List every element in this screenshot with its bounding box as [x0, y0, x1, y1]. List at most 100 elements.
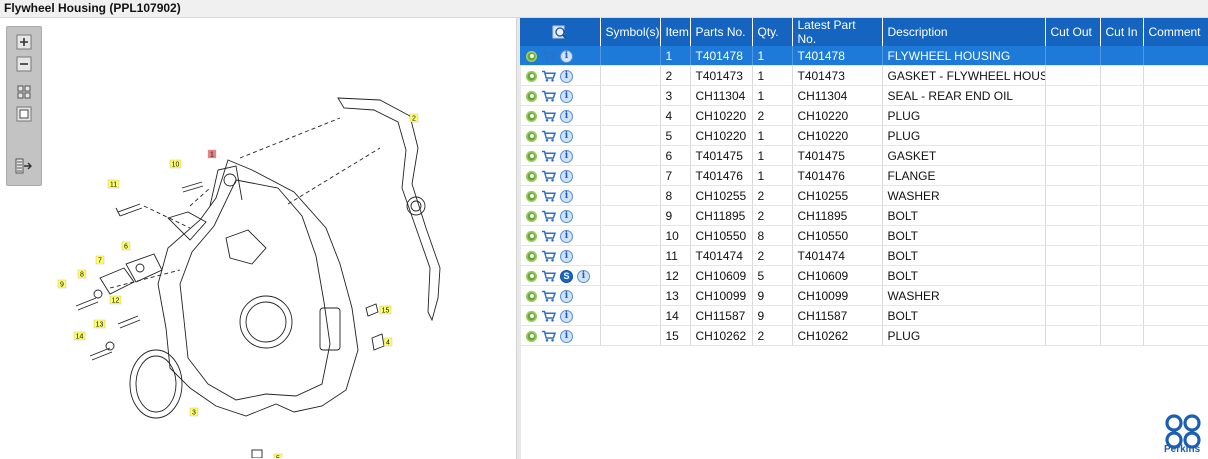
latest-part-no-cell: T401473: [792, 65, 883, 86]
add-to-cart-icon[interactable]: [541, 190, 556, 202]
diagram-panel[interactable]: 123456789101112131415: [0, 18, 516, 459]
settings-gear-icon[interactable]: [526, 250, 537, 262]
callout-3[interactable]: 3: [189, 407, 199, 416]
callout-6[interactable]: 6: [121, 241, 131, 250]
info-icon[interactable]: i: [560, 129, 573, 143]
callout-11[interactable]: 11: [107, 179, 120, 188]
settings-gear-icon[interactable]: [526, 310, 537, 322]
add-to-cart-icon[interactable]: [541, 70, 556, 82]
table-row[interactable]: i2T4014731T401473GASKET - FLYWHEEL HOUSI…: [520, 65, 1208, 86]
svg-text:13: 13: [96, 321, 104, 328]
callout-8[interactable]: 8: [77, 269, 87, 278]
callout-7[interactable]: 7: [95, 255, 105, 264]
callout-13[interactable]: 13: [93, 319, 106, 328]
callout-5[interactable]: 5: [273, 453, 283, 458]
info-icon[interactable]: i: [560, 289, 573, 303]
column-header-tools[interactable]: [520, 18, 601, 46]
info-icon[interactable]: i: [560, 329, 573, 343]
add-to-cart-icon[interactable]: [541, 290, 556, 302]
settings-gear-icon[interactable]: [526, 130, 537, 142]
table-row[interactable]: i 1 T401478 1 T401478 FLYWHEEL HOUSING: [520, 46, 1208, 66]
table-row[interactable]: Si 12 CH10609 5 CH10609 BOLT: [520, 265, 1208, 286]
callout-9[interactable]: 9: [57, 279, 67, 288]
zoom-out-button[interactable]: [15, 55, 33, 73]
info-icon[interactable]: i: [560, 49, 573, 63]
add-to-cart-icon[interactable]: [541, 270, 556, 282]
zoom-in-button[interactable]: [15, 33, 33, 51]
service-symbol-icon[interactable]: S: [560, 269, 573, 283]
info-icon[interactable]: i: [560, 229, 573, 243]
cut-in-cell: [1100, 205, 1144, 226]
add-to-cart-icon[interactable]: [541, 110, 556, 122]
layout-toggle-button[interactable]: [15, 157, 33, 175]
add-to-cart-icon[interactable]: [541, 150, 556, 162]
column-header-symbols[interactable]: Symbol(s): [600, 18, 661, 46]
exploded-parts-diagram[interactable]: 123456789101112131415: [40, 88, 510, 458]
add-to-cart-icon[interactable]: [541, 170, 556, 182]
add-to-cart-icon[interactable]: [541, 90, 556, 102]
add-to-cart-icon[interactable]: [541, 50, 556, 62]
add-to-cart-icon[interactable]: [541, 330, 556, 342]
callout-10[interactable]: 10: [169, 159, 182, 168]
settings-gear-icon[interactable]: [526, 190, 537, 202]
table-row[interactable]: i 14 CH11587 9 CH11587 BOLT: [520, 305, 1208, 326]
callout-4[interactable]: 4: [383, 337, 393, 346]
info-icon[interactable]: i: [560, 69, 573, 83]
add-to-cart-icon[interactable]: [541, 310, 556, 322]
table-row[interactable]: i 7 T401476 1 T401476 FLANGE: [520, 165, 1208, 186]
table-row[interactable]: i 4 CH10220 2 CH10220 PLUG: [520, 105, 1208, 126]
column-header-latest-part-no[interactable]: Latest Part No.: [792, 18, 883, 46]
settings-gear-icon[interactable]: [526, 150, 537, 162]
settings-gear-icon[interactable]: [526, 290, 537, 302]
callout-14[interactable]: 14: [73, 331, 86, 340]
cut-in-cell: [1100, 65, 1144, 86]
column-header-cut-out[interactable]: Cut Out: [1045, 18, 1101, 46]
column-header-parts-no[interactable]: Parts No.: [690, 18, 753, 46]
table-row[interactable]: i 5 CH10220 1 CH10220 PLUG: [520, 125, 1208, 146]
settings-gear-icon[interactable]: [526, 110, 537, 122]
column-header-description[interactable]: Description: [882, 18, 1046, 46]
table-row[interactable]: i 6 T401475 1 T401475 GASKET: [520, 145, 1208, 166]
add-to-cart-icon[interactable]: [541, 210, 556, 222]
table-row[interactable]: i 10 CH10550 8 CH10550 BOLT: [520, 225, 1208, 246]
settings-gear-icon[interactable]: [526, 70, 537, 82]
symbols-cell: [600, 285, 661, 306]
column-header-qty[interactable]: Qty.: [752, 18, 793, 46]
settings-gear-icon[interactable]: [526, 170, 537, 182]
add-to-cart-icon[interactable]: [541, 250, 556, 262]
settings-gear-icon[interactable]: [526, 210, 537, 222]
table-row[interactable]: i 13 CH10099 9 CH10099 WASHER: [520, 285, 1208, 306]
info-icon[interactable]: i: [560, 249, 573, 263]
table-row[interactable]: i 8 CH10255 2 CH10255 WASHER: [520, 185, 1208, 206]
callout-2[interactable]: 2: [409, 113, 419, 122]
settings-gear-icon[interactable]: [526, 50, 537, 62]
item-cell: 8: [660, 185, 691, 206]
settings-gear-icon[interactable]: [526, 270, 537, 282]
column-header-item[interactable]: Item: [660, 18, 691, 46]
info-icon[interactable]: i: [560, 209, 573, 223]
info-icon[interactable]: i: [560, 309, 573, 323]
table-row[interactable]: i 9 CH11895 2 CH11895 BOLT: [520, 205, 1208, 226]
info-icon[interactable]: i: [560, 89, 573, 103]
add-to-cart-icon[interactable]: [541, 130, 556, 142]
callout-1[interactable]: 1: [207, 149, 217, 158]
row-actions: i: [520, 85, 601, 106]
info-icon[interactable]: i: [560, 169, 573, 183]
column-header-cut-in[interactable]: Cut In: [1100, 18, 1144, 46]
settings-gear-icon[interactable]: [526, 90, 537, 102]
callout-15[interactable]: 15: [379, 305, 392, 314]
fit-window-button[interactable]: [15, 105, 33, 123]
settings-gear-icon[interactable]: [526, 330, 537, 342]
column-header-comment[interactable]: Comment: [1143, 18, 1208, 46]
fit-all-button[interactable]: [15, 83, 33, 101]
info-icon[interactable]: i: [560, 189, 573, 203]
table-row[interactable]: i 11 T401474 2 T401474 BOLT: [520, 245, 1208, 266]
info-icon[interactable]: i: [560, 109, 573, 123]
info-icon[interactable]: i: [577, 269, 590, 283]
settings-gear-icon[interactable]: [526, 230, 537, 242]
table-row[interactable]: i 3 CH11304 1 CH11304 SEAL - REAR END OIL: [520, 85, 1208, 106]
info-icon[interactable]: i: [560, 149, 573, 163]
callout-12[interactable]: 12: [109, 295, 122, 304]
add-to-cart-icon[interactable]: [541, 230, 556, 242]
table-row[interactable]: i 15 CH10262 2 CH10262 PLUG: [520, 325, 1208, 346]
